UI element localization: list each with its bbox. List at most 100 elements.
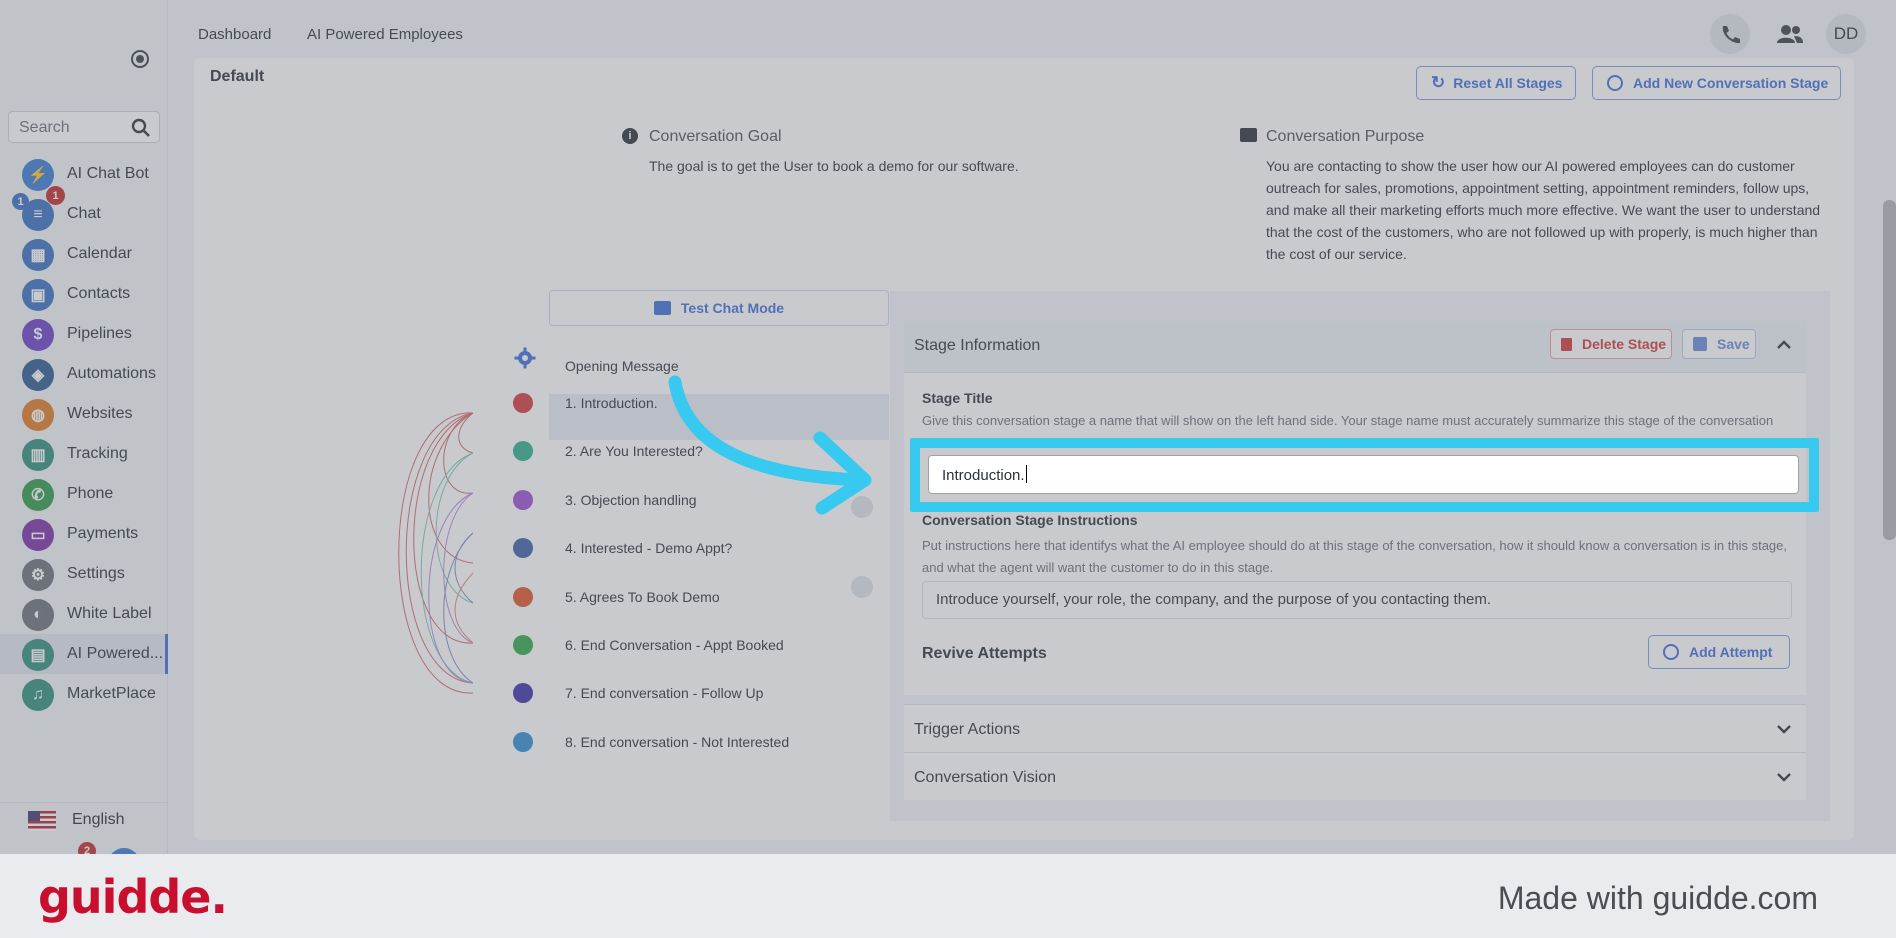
- conversation-vision-accordion[interactable]: Conversation Vision: [904, 752, 1806, 800]
- sidebar-item-label: MarketPlace: [67, 685, 156, 702]
- sidebar-item-label: White Label: [67, 605, 152, 622]
- chat-bubble-icon: [653, 301, 671, 315]
- avatar[interactable]: DD: [1826, 14, 1866, 54]
- sidebar-item-label: Calendar: [67, 245, 132, 262]
- sidebar-item-label: Phone: [67, 485, 114, 502]
- add-attempt-label: Add Attempt: [1689, 644, 1773, 660]
- sidebar-item-settings[interactable]: ⚙ Settings: [0, 554, 168, 594]
- guidde-footer: guidde. Made with guidde.com: [0, 854, 1896, 938]
- chevron-up-icon[interactable]: [1774, 335, 1794, 355]
- test-chat-mode-button[interactable]: Test Chat Mode: [549, 290, 889, 326]
- goal-title: Conversation Goal: [649, 128, 782, 145]
- stage-item[interactable]: 6. End Conversation - Appt Booked: [565, 637, 784, 653]
- stage-item[interactable]: 8. End conversation - Not Interested: [565, 734, 789, 750]
- stage-node-dot: [513, 489, 533, 510]
- settings-gear-icon[interactable]: [514, 347, 536, 369]
- top-bar: Dashboard AI Powered Employees: [168, 0, 1896, 62]
- sidebar-item-label: AI Chat Bot: [67, 165, 149, 182]
- instructions-input[interactable]: Introduce yourself, your role, the compa…: [922, 581, 1792, 619]
- stage-panel: Stage Information Delete Stage Save Stag…: [890, 291, 1830, 821]
- pointer-arrow-icon: [668, 375, 872, 515]
- calendar-icon: ▦: [22, 239, 54, 271]
- stage-item[interactable]: 4. Interested - Demo Appt?: [565, 540, 732, 556]
- page-scrollbar[interactable]: [1883, 200, 1896, 540]
- sidebar-item-label: Tracking: [67, 445, 128, 462]
- revive-attempts-label: Revive Attempts: [922, 645, 1047, 662]
- sidebar-item-label: Payments: [67, 525, 139, 542]
- stage-node-dot: [513, 586, 533, 607]
- sidebar-item-ai-chat-bot[interactable]: ⚡ AI Chat Bot: [0, 154, 168, 194]
- sidebar-item-label: Settings: [67, 565, 125, 582]
- sidebar-item-ai-powered[interactable]: ▤ AI Powered...: [0, 634, 168, 674]
- language-label: English: [72, 811, 125, 828]
- chat-badge-left: 1: [12, 193, 29, 210]
- conversation-vision-label: Conversation Vision: [914, 769, 1057, 786]
- stage-title-help: Give this conversation stage a name that…: [922, 413, 1774, 428]
- sidebar-item-chat[interactable]: ≡ 1 1 Chat: [0, 186, 168, 234]
- sidebar-item-pipelines[interactable]: $ Pipelines: [0, 314, 168, 354]
- sidebar-item-websites[interactable]: ◍ Websites: [0, 394, 168, 434]
- sidebar-item-payments[interactable]: ▭ Payments: [0, 514, 168, 554]
- globe-icon: ◍: [22, 399, 54, 431]
- sidebar-item-label: Pipelines: [67, 325, 132, 342]
- message-small-icon[interactable]: [851, 576, 873, 598]
- sidebar-item-tracking[interactable]: ▥ Tracking: [0, 434, 168, 474]
- instructions-help: Put instructions here that identifys wha…: [922, 538, 1787, 575]
- stage-information-header[interactable]: Stage Information Delete Stage Save: [904, 321, 1806, 373]
- mic-icon: ♫: [22, 679, 54, 711]
- search-icon[interactable]: [131, 118, 151, 138]
- stage-node-dot: [513, 731, 533, 752]
- sidebar-item-marketplace[interactable]: ♫ MarketPlace: [0, 674, 168, 714]
- reset-all-stages-button[interactable]: ↻ Reset All Stages: [1416, 66, 1576, 100]
- notification-badge: 2: [78, 842, 96, 854]
- users-icon[interactable]: [1770, 14, 1810, 54]
- search-input[interactable]: Search: [8, 111, 160, 143]
- delete-label: Delete Stage: [1582, 336, 1667, 352]
- goal-text: The goal is to get the User to book a de…: [649, 158, 1019, 174]
- stage-item[interactable]: 7. End conversation - Follow Up: [565, 685, 763, 701]
- search-placeholder: Search: [19, 119, 70, 136]
- sidebar-item-white-label[interactable]: ◐ White Label: [0, 594, 168, 634]
- stage-node-dot: [513, 393, 533, 413]
- sidebar: Search ⚡ AI Chat Bot ≡ 1 1 Chat ▦ Calend…: [0, 0, 168, 854]
- purpose-text: You are contacting to show the user how …: [1266, 158, 1821, 262]
- stage-item[interactable]: 5. Agrees To Book Demo: [565, 589, 720, 605]
- sidebar-item-label: AI Powered...: [67, 645, 164, 662]
- tab-ai-powered-employees[interactable]: AI Powered Employees: [307, 26, 463, 43]
- record-icon[interactable]: [131, 50, 149, 68]
- purpose-title: Conversation Purpose: [1266, 128, 1425, 145]
- card-icon: ▭: [22, 519, 54, 551]
- chevron-down-icon: [1777, 773, 1791, 782]
- add-attempt-button[interactable]: Add Attempt: [1648, 635, 1790, 669]
- save-label: Save: [1717, 336, 1750, 352]
- sidebar-item-calendar[interactable]: ▦ Calendar: [0, 234, 168, 274]
- comment-icon: [1240, 128, 1257, 142]
- instructions-label: Conversation Stage Instructions: [922, 512, 1138, 528]
- section-title: Default: [210, 68, 265, 85]
- trigger-actions-accordion[interactable]: Trigger Actions: [904, 704, 1806, 752]
- stage-node-dot: [513, 635, 533, 655]
- add-new-conversation-stage-button[interactable]: Add New Conversation Stage: [1592, 66, 1841, 100]
- tab-dashboard[interactable]: Dashboard: [198, 26, 271, 43]
- ai-chat-icon: ▤: [22, 639, 54, 671]
- sidebar-item-label: Automations: [67, 365, 156, 382]
- sidebar-item-label: Chat: [67, 205, 101, 222]
- stage-title-input[interactable]: Introduction.: [928, 455, 1799, 494]
- phone-call-icon[interactable]: [1710, 14, 1750, 54]
- reset-icon: ↻: [1431, 73, 1446, 92]
- sidebar-item-automations[interactable]: ◈ Automations: [0, 354, 168, 394]
- sidebar-item-phone[interactable]: ✆ Phone: [0, 474, 168, 514]
- sidebar-item-contacts[interactable]: ▣ Contacts: [0, 274, 168, 314]
- chat-badge-right: 1: [46, 186, 65, 205]
- stage-item[interactable]: 1. Introduction.: [565, 395, 658, 411]
- save-button[interactable]: Save: [1682, 329, 1756, 359]
- delete-stage-button[interactable]: Delete Stage: [1550, 329, 1672, 359]
- language-selector[interactable]: English: [0, 802, 168, 838]
- palette-icon: ◐: [22, 599, 54, 631]
- guidde-logo: guidde.: [38, 870, 228, 924]
- stage-flow-graph: [398, 412, 474, 694]
- automation-icon: ◈: [22, 359, 54, 391]
- us-flag-icon: [28, 811, 56, 831]
- test-chat-label: Test Chat Mode: [680, 300, 785, 316]
- app-page: Search ⚡ AI Chat Bot ≡ 1 1 Chat ▦ Calend…: [0, 0, 1896, 854]
